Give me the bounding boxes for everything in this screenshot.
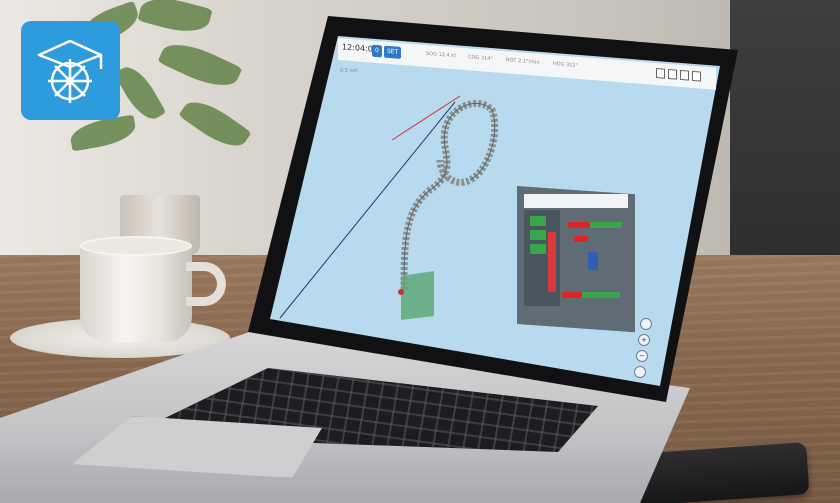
coffee-mug — [80, 242, 192, 342]
panel-header — [524, 194, 628, 208]
green-button[interactable] — [530, 244, 546, 254]
green-button[interactable] — [530, 216, 546, 226]
red-rudder-bar — [562, 292, 582, 298]
layers-icon[interactable] — [668, 68, 677, 80]
graduation-cap-icon — [37, 39, 103, 103]
scale-label: 0.5 nm — [340, 68, 358, 74]
map-zoom-in-icon[interactable]: + — [638, 334, 650, 346]
red-level-bar — [568, 222, 590, 228]
compass-icon[interactable] — [640, 318, 652, 330]
throttle-gauge — [548, 232, 556, 292]
green-rudder-bar — [582, 292, 620, 298]
settings-icon[interactable] — [656, 68, 665, 79]
map-zoom-out-icon[interactable]: − — [636, 350, 648, 362]
layers-tool-icon[interactable] — [634, 366, 646, 378]
ship-icon — [588, 252, 598, 270]
academy-logo — [21, 21, 120, 120]
stat-hdg: HDG 312° — [553, 60, 579, 69]
menu-icon[interactable] — [692, 70, 701, 82]
toolbar-set-button[interactable]: SET — [384, 45, 402, 59]
stat-rot: ROT 2.1°/min — [506, 57, 540, 66]
stat-cog: COG 314° — [468, 54, 493, 63]
stat-sog: SOG 12.4 kt — [426, 50, 457, 60]
green-level-bar — [590, 222, 622, 228]
camera-icon[interactable] — [680, 69, 689, 81]
toolbar-button[interactable]: 0 — [372, 44, 382, 58]
red-indicator — [574, 236, 588, 242]
green-button[interactable] — [530, 230, 546, 240]
